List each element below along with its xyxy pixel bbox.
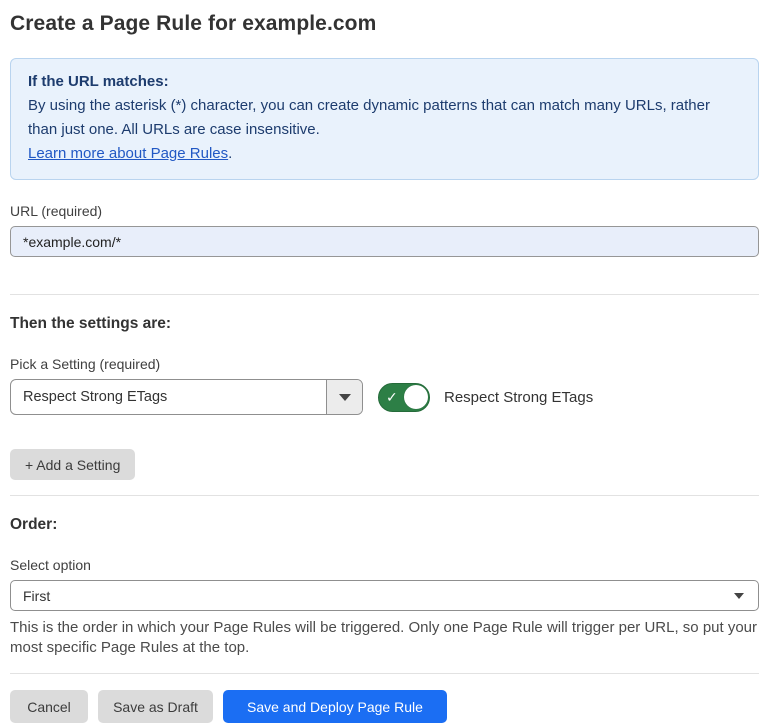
create-page-rule-form: Create a Page Rule for example.com If th… bbox=[0, 0, 769, 723]
order-select[interactable]: First bbox=[10, 580, 759, 611]
order-help-text: This is the order in which your Page Rul… bbox=[10, 618, 759, 658]
toggle-knob bbox=[404, 385, 428, 409]
dropdown-arrow-icon bbox=[339, 394, 351, 401]
divider bbox=[10, 495, 759, 496]
respect-strong-etags-toggle[interactable]: ✓ bbox=[378, 383, 430, 412]
url-input[interactable] bbox=[10, 226, 759, 257]
order-section-heading: Order: bbox=[10, 516, 759, 534]
setting-row: Respect Strong ETags ✓ Respect Strong ET… bbox=[10, 379, 759, 415]
divider bbox=[10, 673, 759, 674]
info-box-link-row: Learn more about Page Rules. bbox=[28, 142, 741, 166]
setting-select[interactable]: Respect Strong ETags bbox=[10, 379, 363, 415]
settings-section-heading: Then the settings are: bbox=[10, 315, 759, 333]
link-suffix: . bbox=[228, 145, 232, 162]
footer-buttons: Cancel Save as Draft Save and Deploy Pag… bbox=[10, 690, 759, 723]
dropdown-arrow-icon bbox=[734, 593, 744, 599]
toggle-label: Respect Strong ETags bbox=[444, 389, 593, 406]
learn-more-link[interactable]: Learn more about Page Rules bbox=[28, 145, 228, 162]
url-match-info-box: If the URL matches: By using the asteris… bbox=[10, 58, 759, 180]
info-box-body: By using the asterisk (*) character, you… bbox=[28, 94, 741, 142]
pick-setting-label: Pick a Setting (required) bbox=[10, 356, 759, 372]
page-title: Create a Page Rule for example.com bbox=[10, 12, 759, 36]
order-select-label: Select option bbox=[10, 557, 759, 573]
cancel-button[interactable]: Cancel bbox=[10, 690, 88, 723]
url-field-label: URL (required) bbox=[10, 203, 759, 219]
info-box-heading: If the URL matches: bbox=[28, 70, 741, 94]
setting-select-arrow-button[interactable] bbox=[326, 380, 362, 414]
add-setting-button[interactable]: + Add a Setting bbox=[10, 449, 135, 480]
save-as-draft-button[interactable]: Save as Draft bbox=[98, 690, 213, 723]
divider bbox=[10, 294, 759, 295]
toggle-wrap: ✓ Respect Strong ETags bbox=[378, 383, 593, 412]
check-icon: ✓ bbox=[386, 390, 398, 404]
save-and-deploy-button[interactable]: Save and Deploy Page Rule bbox=[223, 690, 447, 723]
setting-select-value: Respect Strong ETags bbox=[11, 380, 326, 414]
order-select-value: First bbox=[23, 588, 50, 604]
